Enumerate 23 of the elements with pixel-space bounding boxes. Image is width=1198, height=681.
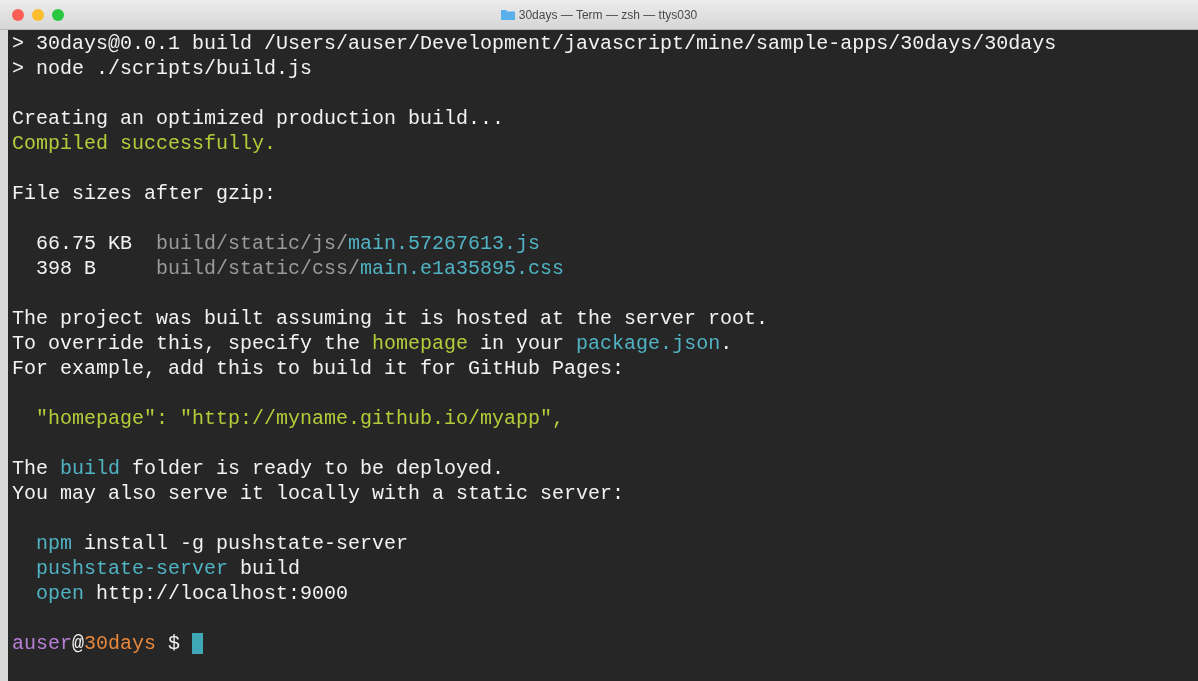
terminal-line: 398 B build/static/css/main.e1a35895.css: [36, 256, 565, 281]
close-button[interactable]: [12, 8, 24, 21]
terminal-line: "homepage": "http://myname.github.io/myapp",: [36, 406, 565, 431]
window-title: 30days — Term — zsh — ttys030: [518, 6, 698, 24]
terminal-line: pushstate-server build: [36, 556, 301, 581]
zoom-button[interactable]: [52, 8, 64, 21]
minimize-button[interactable]: [32, 8, 44, 21]
terminal-line: You may also serve it locally with a static server:: [12, 481, 625, 506]
terminal-line: > node ./scripts/build.js: [12, 56, 313, 81]
terminal-line: Compiled successfully.: [12, 131, 277, 156]
terminal-line: For example, add this to build it for GitHub Pages:: [12, 356, 625, 381]
terminal-line: The build folder is ready to be deployed.: [12, 456, 505, 481]
terminal-line: To override this, specify the homepage in your package.json.: [12, 331, 733, 356]
folder-icon: [500, 9, 515, 20]
terminal-line: open http://localhost:9000: [36, 581, 349, 606]
terminal-line: File sizes after gzip:: [12, 181, 277, 206]
prompt-line: auser@30days $: [12, 631, 182, 656]
terminal-line: npm install -g pushstate-server: [36, 531, 409, 556]
terminal-line: > 30days@0.0.1 build /Users/auser/Development/javascript/mine/sample-apps/30days/30days: [12, 31, 1057, 56]
cursor: [192, 633, 204, 654]
terminal-line: Creating an optimized production build...: [12, 106, 505, 131]
terminal-line: The project was built assuming it is hosted at the server root.: [12, 306, 769, 331]
terminal-line: 66.75 KB build/static/js/main.57267613.js: [36, 231, 541, 256]
